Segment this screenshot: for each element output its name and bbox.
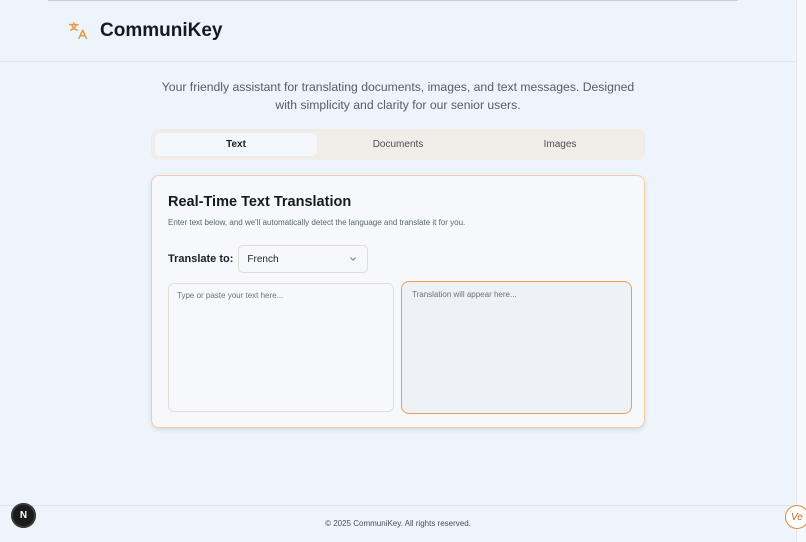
dev-tools-button[interactable]: N — [11, 503, 36, 528]
tab-images[interactable]: Images — [479, 133, 641, 156]
tab-documents[interactable]: Documents — [317, 133, 479, 156]
mode-tabs: Text Documents Images — [151, 129, 645, 160]
app-header: CommuniKey — [0, 0, 796, 62]
translate-to-label: Translate to: — [168, 253, 234, 265]
footer: © 2025 CommuniKey. All rights reserved. — [0, 505, 796, 541]
tab-text[interactable]: Text — [155, 133, 317, 156]
tagline: Your friendly assistant for translating … — [161, 80, 635, 112]
language-row: Translate to: French — [168, 245, 369, 273]
source-text-input[interactable]: Type or paste your text here... — [168, 283, 394, 412]
scrollbar[interactable] — [796, 0, 806, 542]
chevron-down-icon — [350, 257, 357, 261]
card-description: Enter text below, and we'll automaticall… — [168, 218, 466, 227]
selected-language: French — [247, 253, 279, 265]
copyright-text: © 2025 CommuniKey. All rights reserved. — [325, 519, 471, 528]
output-placeholder: Translation will appear here... — [412, 290, 517, 299]
translation-output: Translation will appear here... — [401, 281, 632, 414]
source-placeholder: Type or paste your text here... — [177, 291, 284, 300]
brand-name: CommuniKey — [100, 19, 223, 41]
language-select[interactable]: French — [238, 245, 369, 273]
translation-card: Real-Time Text Translation Enter text be… — [151, 175, 645, 428]
corner-widget-button[interactable]: Ve — [785, 505, 806, 529]
card-title: Real-Time Text Translation — [168, 194, 352, 210]
translate-icon — [69, 21, 88, 39]
